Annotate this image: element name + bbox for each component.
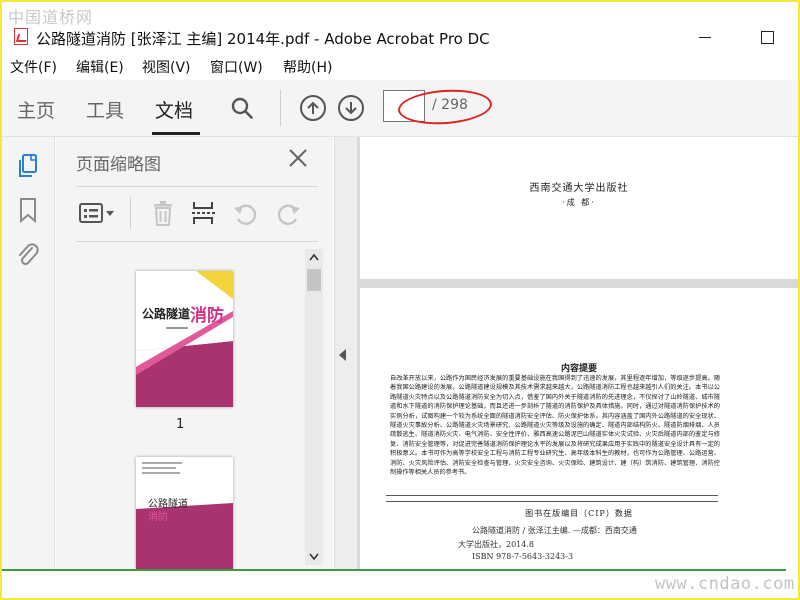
tab-home[interactable]: 主页 xyxy=(17,96,55,123)
cip-line-3: ISBN 978-7-5643-3243-3 xyxy=(472,552,574,561)
previous-page-button[interactable] xyxy=(300,95,326,121)
page2-title-b: 消防 xyxy=(148,512,168,523)
arrow-up-icon xyxy=(307,101,319,114)
collapse-arrow-icon[interactable] xyxy=(339,349,346,361)
maximize-button[interactable] xyxy=(752,24,782,50)
document-page-1: 西南交通大学出版社 ·成 都· xyxy=(360,137,798,279)
cover-title-a: 公路隧道 xyxy=(142,307,191,321)
cip-line-2: 大学出版社，2014.8 xyxy=(458,540,534,549)
publisher-name: 西南交通大学出版社 xyxy=(529,183,629,194)
menu-view[interactable]: 视图(V) xyxy=(142,57,191,77)
tab-tools[interactable]: 工具 xyxy=(86,96,124,123)
menu-edit[interactable]: 编辑(E) xyxy=(76,57,124,77)
document-page-2: 内容提要 自改革开放以来，公路作为国民经济发展的重要基础设施在我国得到了迅速的发… xyxy=(360,288,798,569)
attachment-icon[interactable] xyxy=(16,241,40,269)
bookmark-icon[interactable] xyxy=(18,197,38,223)
scroll-up-icon[interactable] xyxy=(305,249,323,267)
menu-file[interactable]: 文件(F) xyxy=(10,57,57,77)
panel-tool-separator xyxy=(130,197,131,229)
cip-line-1: 公路隧道消防 / 张泽江主编. —成都：西南交通 xyxy=(472,526,637,535)
thumbnail-page-label: 1 xyxy=(176,417,185,432)
main-toolbar: 主页 工具 文档 / 298 xyxy=(2,80,798,137)
scrollbar-thumb[interactable] xyxy=(307,269,321,291)
page-thumbnails-panel: 页面缩略图 公路隧道 消防 1 公路隧道 消防 xyxy=(56,137,333,569)
left-navigation-pane xyxy=(2,137,55,569)
content-summary-heading: 内容提要 xyxy=(560,364,597,374)
window-title: 公路隧道消防 [张泽江 主编] 2014年.pdf - Adobe Acroba… xyxy=(36,30,490,48)
menu-help[interactable]: 帮助(H) xyxy=(283,57,332,77)
panel-divider-2 xyxy=(76,241,318,242)
next-page-button[interactable] xyxy=(338,95,364,121)
cip-rule-bottom xyxy=(386,501,718,502)
document-view[interactable]: 西南交通大学出版社 ·成 都· 内容提要 自改革开放以来，公路作为国民经济发展的… xyxy=(357,137,798,569)
rotate-counterclockwise-icon[interactable] xyxy=(232,199,260,227)
cover-title-b: 消防 xyxy=(190,306,224,326)
thumbnail-scrollbar[interactable] xyxy=(305,249,323,565)
minimize-icon xyxy=(699,36,711,38)
cip-rule-top xyxy=(386,495,718,496)
panel-title: 页面缩略图 xyxy=(76,155,161,175)
pdf-file-icon xyxy=(14,28,28,45)
bottom-green-rule xyxy=(2,569,786,571)
rotate-clockwise-icon[interactable] xyxy=(274,199,302,227)
menu-window[interactable]: 窗口(W) xyxy=(210,57,263,77)
search-icon[interactable] xyxy=(231,97,253,119)
trash-icon[interactable] xyxy=(150,199,176,227)
page-thumbnail-1[interactable]: 公路隧道 消防 xyxy=(136,271,233,407)
page-thumbnail-2[interactable]: 公路隧道 消防 xyxy=(136,457,233,569)
collapse-panel-strip[interactable] xyxy=(334,137,358,569)
bottom-watermark: www.cndao.com xyxy=(655,574,795,594)
top-watermark: 中国道桥网 xyxy=(8,8,94,27)
tab-document[interactable]: 文档 xyxy=(155,96,193,123)
active-tab-indicator xyxy=(152,132,200,135)
arrow-down-icon xyxy=(345,102,357,115)
menu-bar: 文件(F) 编辑(E) 视图(V) 窗口(W) 帮助(H) xyxy=(2,50,798,80)
publisher-city: ·成 都· xyxy=(562,198,596,207)
page-thumbnails-icon[interactable] xyxy=(16,153,40,179)
book-cover-art xyxy=(136,271,233,407)
title-bar: 中国道桥网 公路隧道消防 [张泽江 主编] 2014年.pdf - Adobe … xyxy=(2,2,798,50)
thumbnail-options-button[interactable] xyxy=(78,199,118,227)
close-icon[interactable] xyxy=(288,148,308,168)
toolbar-separator xyxy=(280,90,281,126)
insert-page-icon[interactable] xyxy=(190,199,218,227)
maximize-icon xyxy=(760,30,774,44)
scroll-down-icon[interactable] xyxy=(305,547,323,565)
content-summary-body: 自改革开放以来，公路作为国民经济发展的重要基础设施在我国得到了迅速的发展，其里程… xyxy=(390,375,720,477)
cip-title: 图书在版编目（CIP）数据 xyxy=(525,509,633,518)
panel-divider xyxy=(76,186,318,187)
minimize-button[interactable] xyxy=(690,24,720,50)
